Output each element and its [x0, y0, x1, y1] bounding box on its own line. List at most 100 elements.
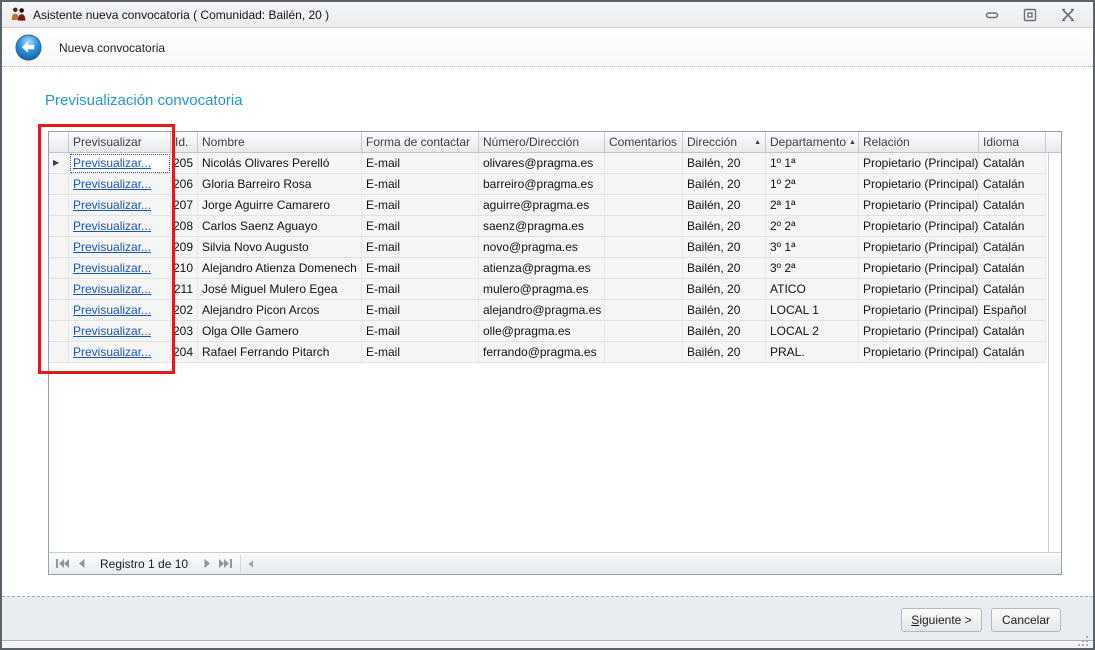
forma-cell[interactable]: E-mail — [362, 279, 479, 300]
comentarios-cell[interactable] — [605, 321, 683, 342]
column-header-departamento[interactable]: Departamento ▲ — [766, 132, 859, 152]
row-selector-cell[interactable]: ▶ — [49, 342, 69, 363]
preview-link[interactable]: Previsualizar... — [73, 261, 151, 275]
direccion-cell[interactable]: Bailén, 20 — [683, 279, 766, 300]
preview-cell[interactable]: Previsualizar... — [69, 153, 171, 174]
numero-cell[interactable]: mulero@pragma.es — [479, 279, 605, 300]
last-record-button[interactable] — [216, 555, 234, 573]
row-selector-cell[interactable]: ▶ — [49, 279, 69, 300]
numero-cell[interactable]: atienza@pragma.es — [479, 258, 605, 279]
preview-cell[interactable]: Previsualizar... — [69, 342, 171, 363]
nombre-cell[interactable]: Nicolás Olivares Perelló — [198, 153, 362, 174]
preview-link[interactable]: Previsualizar... — [73, 282, 151, 296]
row-selector-cell[interactable]: ▶ — [49, 237, 69, 258]
nombre-cell[interactable]: José Miguel Mulero Egea — [198, 279, 362, 300]
column-header-id[interactable]: Id. — [171, 132, 198, 152]
scroll-left-icon[interactable] — [244, 557, 258, 571]
departamento-cell[interactable]: 1º 2ª — [766, 174, 859, 195]
forma-cell[interactable]: E-mail — [362, 237, 479, 258]
id-cell[interactable]: 208 — [171, 216, 198, 237]
vertical-scrollbar[interactable] — [1048, 153, 1061, 552]
numero-cell[interactable]: ferrando@pragma.es — [479, 342, 605, 363]
column-header-comentarios[interactable]: Comentarios — [605, 132, 683, 152]
preview-link[interactable]: Previsualizar... — [73, 156, 151, 170]
relacion-cell[interactable]: Propietario (Principal) — [859, 195, 979, 216]
row-selector-cell[interactable]: ▶ — [49, 300, 69, 321]
row-selector-cell[interactable]: ▶ — [49, 153, 69, 174]
id-cell[interactable]: 202 — [171, 300, 198, 321]
id-cell[interactable]: 203 — [171, 321, 198, 342]
preview-cell[interactable]: Previsualizar... — [69, 258, 171, 279]
idioma-cell[interactable]: Catalán — [979, 237, 1046, 258]
nombre-cell[interactable]: Olga Olle Gamero — [198, 321, 362, 342]
departamento-cell[interactable]: 3º 1ª — [766, 237, 859, 258]
maximize-button[interactable] — [1023, 8, 1037, 22]
idioma-cell[interactable]: Catalán — [979, 342, 1046, 363]
resize-grip[interactable] — [1076, 634, 1089, 647]
idioma-cell[interactable]: Catalán — [979, 258, 1046, 279]
preview-cell[interactable]: Previsualizar... — [69, 216, 171, 237]
preview-link[interactable]: Previsualizar... — [73, 303, 151, 317]
row-selector-cell[interactable]: ▶ — [49, 216, 69, 237]
id-cell[interactable]: 210 — [171, 258, 198, 279]
row-selector-cell[interactable]: ▶ — [49, 195, 69, 216]
departamento-cell[interactable]: 1º 1ª — [766, 153, 859, 174]
forma-cell[interactable]: E-mail — [362, 174, 479, 195]
numero-cell[interactable]: saenz@pragma.es — [479, 216, 605, 237]
relacion-cell[interactable]: Propietario (Principal) — [859, 216, 979, 237]
direccion-cell[interactable]: Bailén, 20 — [683, 258, 766, 279]
direccion-cell[interactable]: Bailén, 20 — [683, 342, 766, 363]
relacion-cell[interactable]: Propietario (Principal) — [859, 258, 979, 279]
title-bar[interactable]: Asistente nueva convocatoria ( Comunidad… — [2, 2, 1093, 28]
nombre-cell[interactable]: Silvia Novo Augusto — [198, 237, 362, 258]
departamento-cell[interactable]: 2ª 1ª — [766, 195, 859, 216]
idioma-cell[interactable]: Catalán — [979, 174, 1046, 195]
departamento-cell[interactable]: 3º 2ª — [766, 258, 859, 279]
comentarios-cell[interactable] — [605, 195, 683, 216]
comentarios-cell[interactable] — [605, 153, 683, 174]
relacion-cell[interactable]: Propietario (Principal) — [859, 342, 979, 363]
close-button[interactable] — [1061, 8, 1075, 22]
direccion-cell[interactable]: Bailén, 20 — [683, 237, 766, 258]
comentarios-cell[interactable] — [605, 237, 683, 258]
minimize-button[interactable] — [985, 8, 999, 22]
idioma-cell[interactable]: Catalán — [979, 279, 1046, 300]
preview-cell[interactable]: Previsualizar... — [69, 195, 171, 216]
nombre-cell[interactable]: Carlos Saenz Aguayo — [198, 216, 362, 237]
idioma-cell[interactable]: Catalán — [979, 216, 1046, 237]
relacion-cell[interactable]: Propietario (Principal) — [859, 174, 979, 195]
column-header-relacion[interactable]: Relación — [859, 132, 979, 152]
cancelar-button[interactable]: Cancelar — [991, 608, 1061, 632]
numero-cell[interactable]: aguirre@pragma.es — [479, 195, 605, 216]
column-header-direccion[interactable]: Dirección ▲ — [683, 132, 766, 152]
departamento-cell[interactable]: PRAL. — [766, 342, 859, 363]
preview-link[interactable]: Previsualizar... — [73, 219, 151, 233]
numero-cell[interactable]: olle@pragma.es — [479, 321, 605, 342]
idioma-cell[interactable]: Catalán — [979, 195, 1046, 216]
first-record-button[interactable] — [54, 555, 72, 573]
preview-link[interactable]: Previsualizar... — [73, 345, 151, 359]
comentarios-cell[interactable] — [605, 342, 683, 363]
relacion-cell[interactable]: Propietario (Principal) — [859, 300, 979, 321]
siguiente-button[interactable]: Siguiente > — [901, 608, 982, 632]
forma-cell[interactable]: E-mail — [362, 321, 479, 342]
column-header-idioma[interactable]: Idioma — [979, 132, 1046, 152]
preview-cell[interactable]: Previsualizar... — [69, 237, 171, 258]
id-cell[interactable]: 205 — [171, 153, 198, 174]
departamento-cell[interactable]: 2º 2ª — [766, 216, 859, 237]
comentarios-cell[interactable] — [605, 279, 683, 300]
next-record-button[interactable] — [198, 555, 216, 573]
row-selector-cell[interactable]: ▶ — [49, 174, 69, 195]
horizontal-scrollbar[interactable] — [240, 555, 1060, 572]
departamento-cell[interactable]: LOCAL 1 — [766, 300, 859, 321]
numero-cell[interactable]: novo@pragma.es — [479, 237, 605, 258]
relacion-cell[interactable]: Propietario (Principal) — [859, 153, 979, 174]
row-selector-cell[interactable]: ▶ — [49, 321, 69, 342]
row-selector-cell[interactable]: ▶ — [49, 258, 69, 279]
direccion-cell[interactable]: Bailén, 20 — [683, 216, 766, 237]
comentarios-cell[interactable] — [605, 258, 683, 279]
column-header-nombre[interactable]: Nombre — [198, 132, 362, 152]
nombre-cell[interactable]: Rafael Ferrando Pitarch — [198, 342, 362, 363]
column-header-previsualizar[interactable]: Previsualizar — [69, 132, 171, 152]
comentarios-cell[interactable] — [605, 216, 683, 237]
